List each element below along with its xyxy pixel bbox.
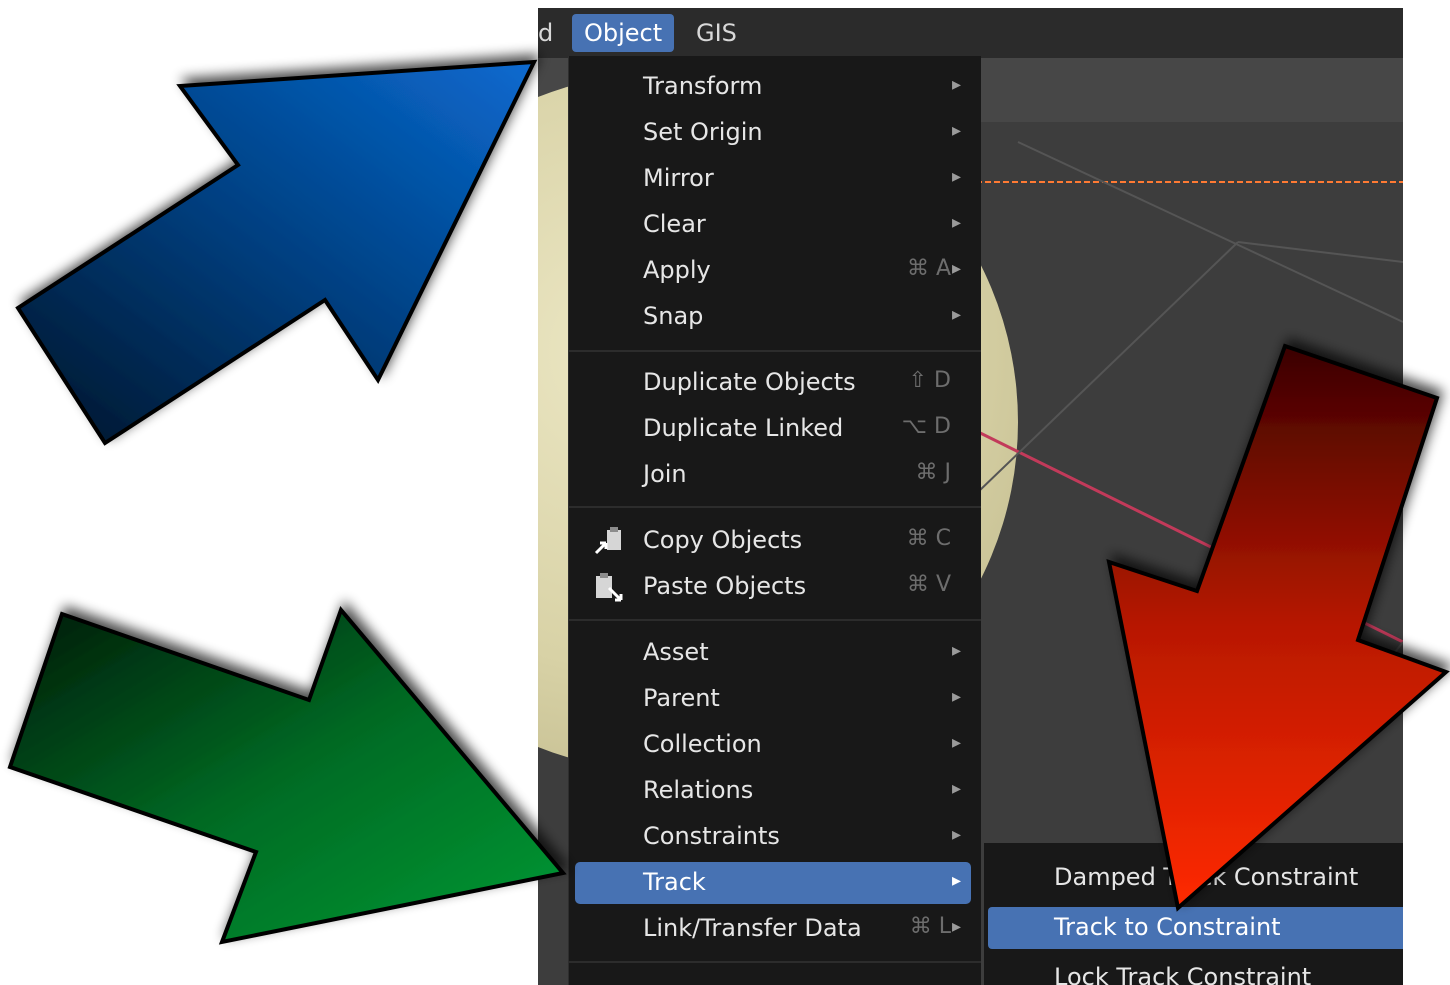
blue-arrow-icon xyxy=(15,59,538,446)
red-arrow-icon xyxy=(1106,343,1450,912)
green-arrow-icon xyxy=(7,606,567,945)
annotation-overlay xyxy=(7,59,1450,945)
